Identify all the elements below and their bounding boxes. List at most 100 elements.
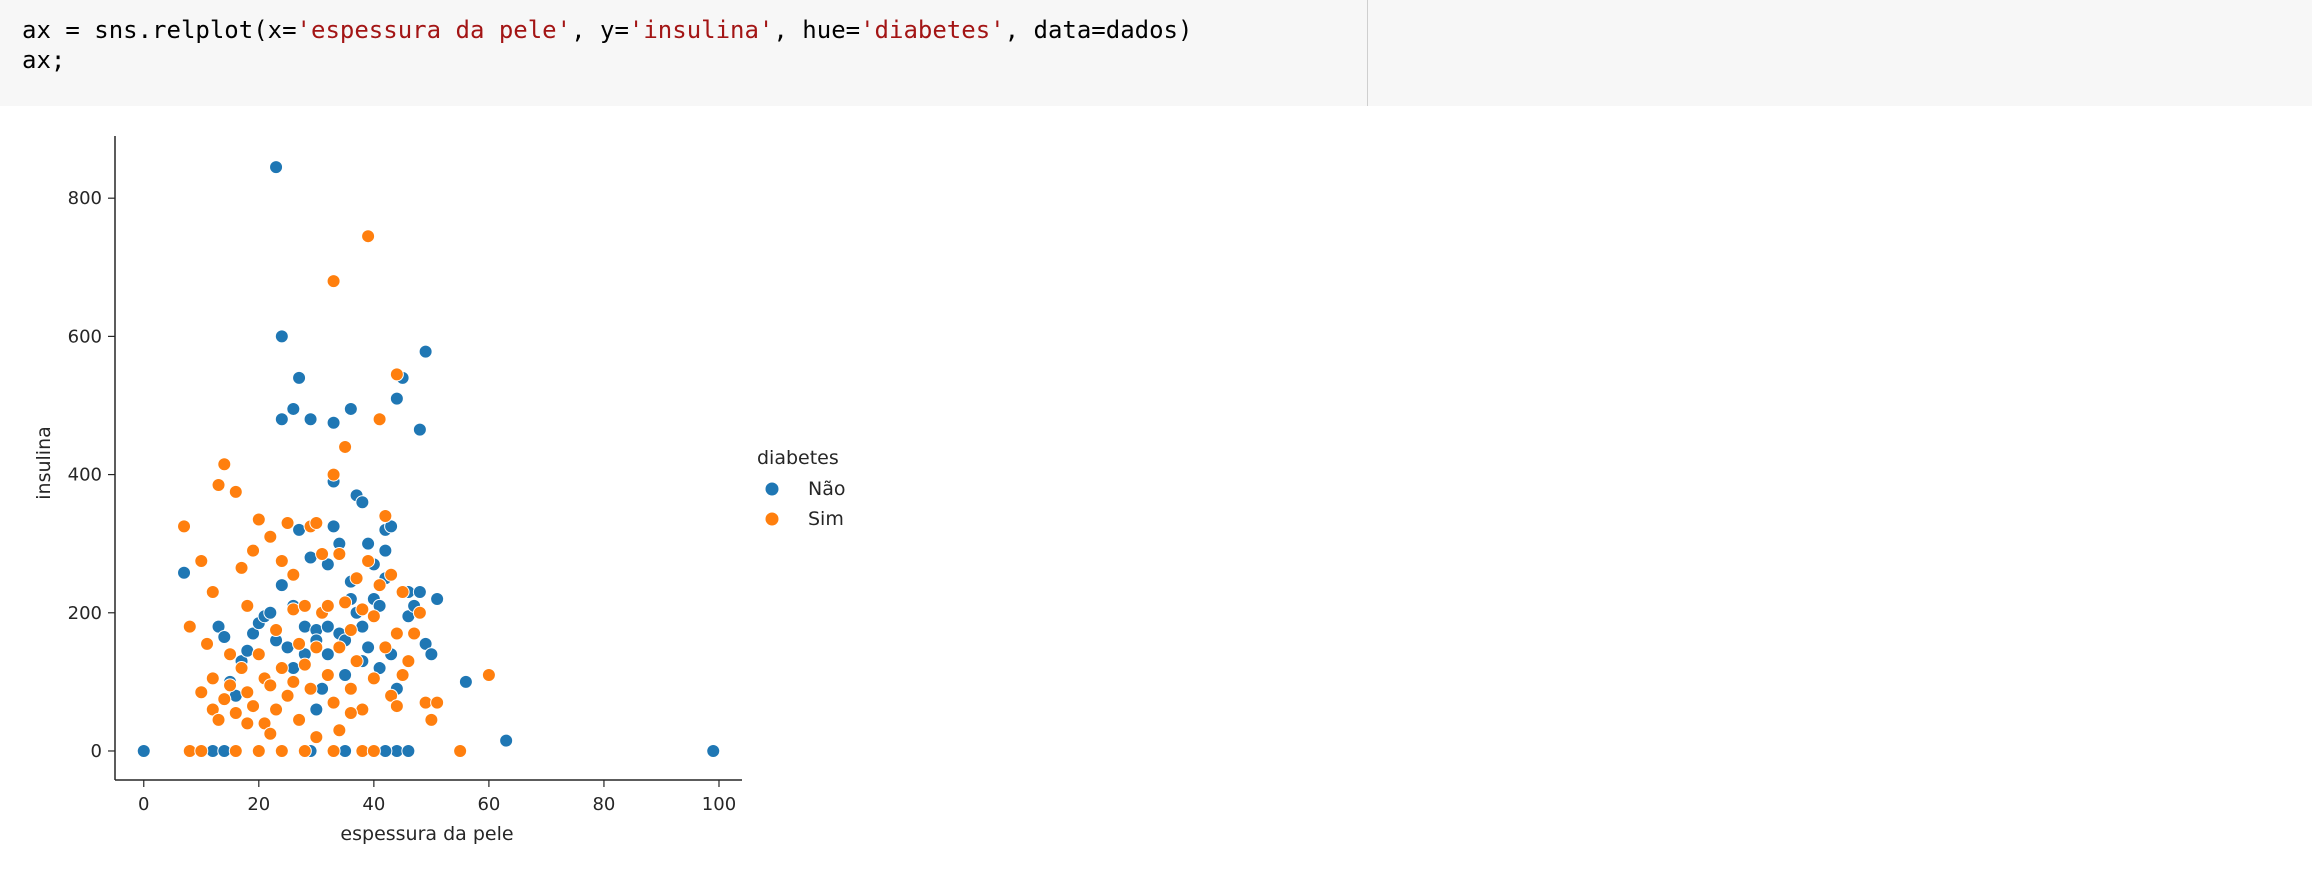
data-point-nao (361, 640, 376, 655)
data-point-sim (234, 661, 249, 676)
data-point-sim (332, 547, 347, 562)
data-point-nao (412, 585, 427, 600)
y-tick-label: 400 (68, 465, 102, 486)
data-point-sim (412, 605, 427, 620)
data-point-sim (251, 647, 266, 662)
data-point-nao (338, 667, 353, 682)
code-token: ax = sns.relplot(x= (22, 16, 297, 44)
data-point-sim (303, 681, 318, 696)
y-tick-label: 0 (91, 741, 102, 762)
data-point-sim (424, 712, 439, 727)
data-point-sim (378, 640, 393, 655)
data-point-sim (430, 695, 445, 710)
data-point-sim (453, 743, 468, 758)
data-point-nao (274, 329, 289, 344)
data-point-sim (234, 560, 249, 575)
data-point-nao (418, 344, 433, 359)
data-point-sim (263, 726, 278, 741)
data-point-nao (292, 522, 307, 537)
data-point-sim (389, 699, 404, 714)
data-point-sim (395, 585, 410, 600)
editor-ruler (1367, 0, 1368, 106)
data-point-sim (223, 647, 238, 662)
legend-label-nao: Não (808, 478, 845, 500)
data-point-sim (251, 512, 266, 527)
data-point-nao (326, 519, 341, 534)
code-token-string: 'diabetes' (860, 16, 1005, 44)
data-point-sim (326, 695, 341, 710)
code-line-2: ax; (22, 46, 66, 74)
data-point-sim (338, 439, 353, 454)
data-point-nao (263, 605, 278, 620)
data-point-sim (481, 667, 496, 682)
data-point-sim (251, 743, 266, 758)
x-tick-label: 40 (362, 794, 385, 815)
data-point-sim (326, 274, 341, 289)
data-point-sim (309, 640, 324, 655)
data-point-sim (211, 712, 226, 727)
data-point-nao (240, 643, 255, 658)
y-tick-label: 800 (68, 188, 102, 209)
data-point-nao (401, 743, 416, 758)
code-cell[interactable]: ax = sns.relplot(x='espessura da pele' , … (0, 0, 2312, 107)
data-point-sim (361, 553, 376, 568)
y-tick-label: 200 (68, 603, 102, 624)
data-point-sim (286, 674, 301, 689)
data-point-sim (246, 543, 261, 558)
data-point-sim (372, 578, 387, 593)
data-point-sim (217, 457, 232, 472)
data-point-sim (194, 685, 209, 700)
chart-points (136, 160, 721, 758)
data-point-sim (269, 623, 284, 638)
cell-output: 0 20 40 60 80 100 0 200 400 600 800 espessura da p… (0, 106, 2312, 870)
data-point-nao (286, 401, 301, 416)
x-tick-label: 20 (247, 794, 270, 815)
code-token-string: 'espessura da pele' (296, 16, 572, 44)
x-tick-label: 100 (702, 794, 736, 815)
data-point-sim (269, 702, 284, 717)
data-point-nao (706, 743, 721, 758)
data-point-sim (240, 685, 255, 700)
data-point-sim (200, 636, 215, 651)
x-tick-label: 60 (477, 794, 500, 815)
data-point-sim (177, 519, 192, 534)
data-point-nao (269, 160, 284, 175)
data-point-sim (320, 667, 335, 682)
data-point-sim (228, 743, 243, 758)
data-point-nao (274, 412, 289, 427)
code-token: , data=dados) (1004, 16, 1193, 44)
data-point-sim (217, 692, 232, 707)
y-tick-label: 600 (68, 326, 102, 347)
data-point-sim (286, 567, 301, 582)
code-editor[interactable]: ax = sns.relplot(x='espessura da pele' , … (22, 15, 1192, 75)
code-token: , hue= (773, 16, 861, 44)
data-point-nao (297, 619, 312, 634)
data-point-sim (326, 743, 341, 758)
x-tick-label: 80 (592, 794, 615, 815)
data-point-sim (355, 702, 370, 717)
legend: diabetes Não Sim (757, 447, 845, 530)
data-point-sim (372, 412, 387, 427)
data-point-sim (263, 678, 278, 693)
data-point-nao (292, 370, 307, 385)
data-point-nao (280, 640, 295, 655)
data-point-sim (194, 553, 209, 568)
data-point-nao (355, 619, 370, 634)
data-point-sim (389, 626, 404, 641)
data-point-nao (499, 733, 514, 748)
legend-label-sim: Sim (808, 508, 844, 530)
data-point-sim (240, 598, 255, 613)
data-point-sim (211, 477, 226, 492)
legend-title: diabetes (757, 447, 839, 469)
data-point-sim (366, 671, 381, 686)
data-point-sim (384, 567, 399, 582)
data-point-nao (303, 550, 318, 565)
data-point-nao (361, 536, 376, 551)
data-point-sim (343, 705, 358, 720)
data-point-sim (297, 657, 312, 672)
legend-marker-sim (764, 511, 780, 527)
data-point-sim (274, 553, 289, 568)
data-point-sim (309, 730, 324, 745)
data-point-sim (378, 509, 393, 524)
data-point-nao (303, 412, 318, 427)
